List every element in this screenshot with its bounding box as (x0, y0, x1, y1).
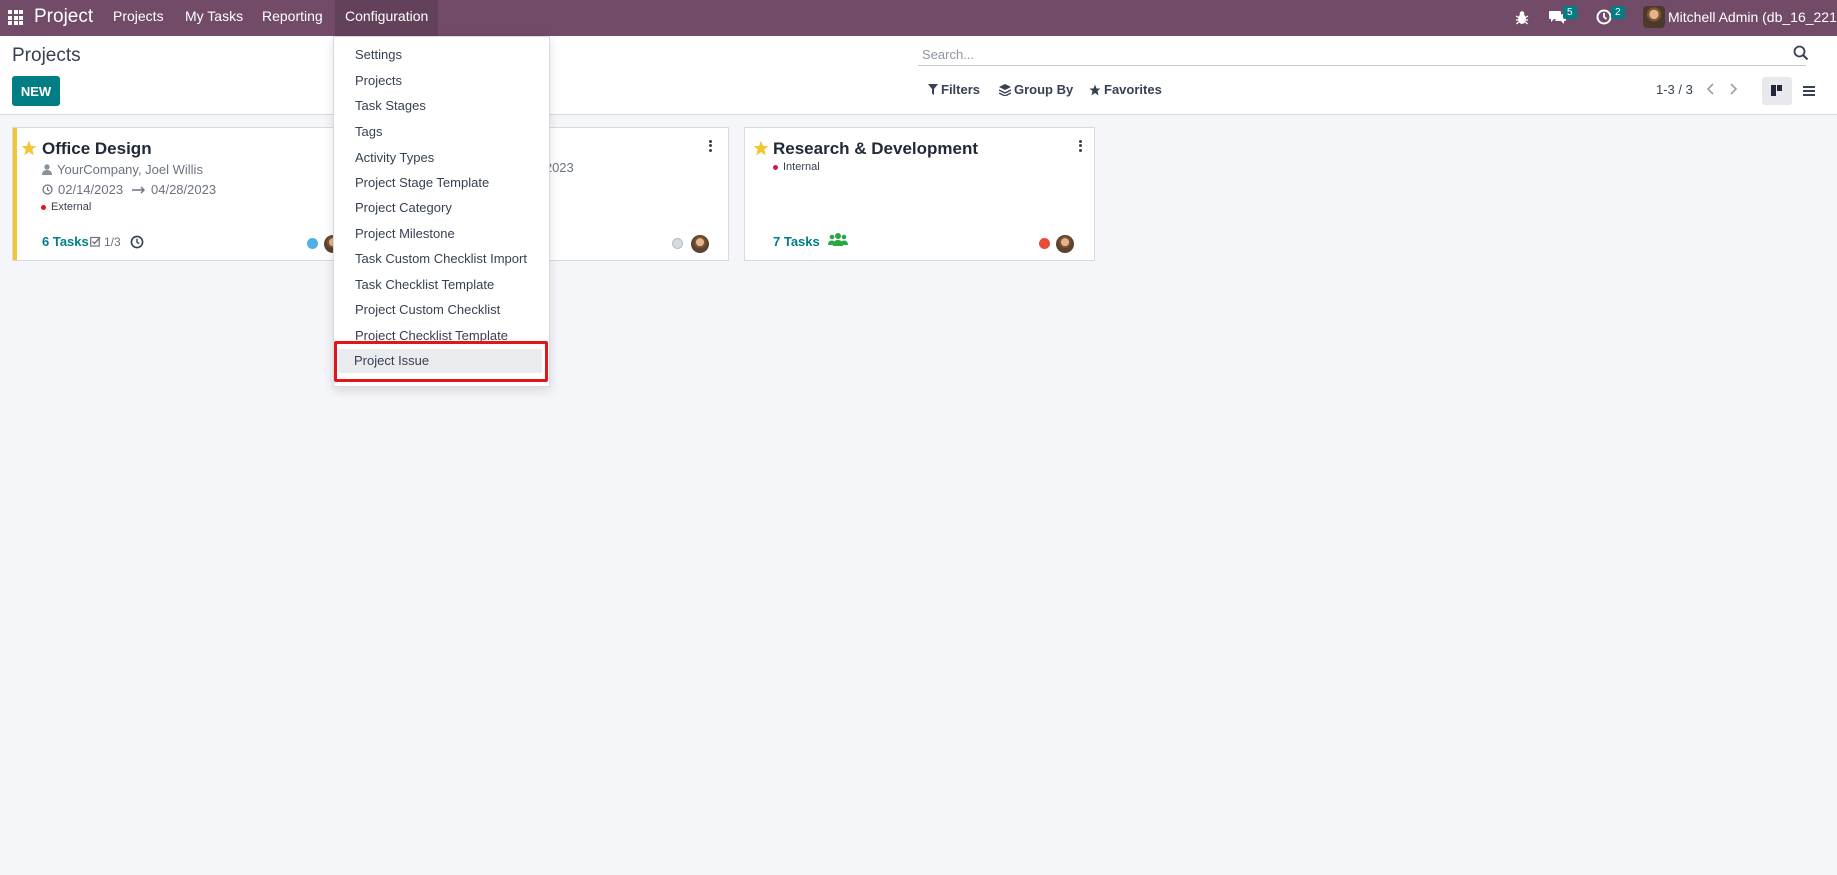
tag-color-dot (773, 164, 778, 170)
project-card-research-development[interactable]: Research & Development Internal 7 Tasks (744, 127, 1095, 261)
checklist-icon (90, 236, 101, 247)
checklist-count: 1/3 (104, 235, 121, 249)
kanban-view-icon (1771, 85, 1782, 96)
project-tag: Internal (773, 161, 820, 173)
search-icon[interactable] (1792, 44, 1810, 62)
card-options-icon[interactable] (1075, 138, 1085, 154)
menu-my-tasks[interactable]: My Tasks (185, 0, 243, 36)
project-title: Office Design (42, 139, 152, 158)
configuration-dropdown: Settings Projects Task Stages Tags Activ… (333, 36, 550, 387)
pager-next-icon[interactable] (1725, 80, 1741, 98)
project-status-dot[interactable] (672, 238, 683, 249)
tasks-count-link[interactable]: 7 Tasks (773, 234, 820, 249)
tag-label: Internal (783, 161, 820, 173)
arrow-right-icon (132, 186, 145, 194)
tasks-count-link[interactable]: 6 Tasks (42, 234, 89, 249)
card-options-icon[interactable] (705, 138, 715, 154)
menu-item-projects[interactable]: Projects (335, 69, 547, 93)
project-tag: External (41, 201, 91, 213)
menu-item-project-stage-template[interactable]: Project Stage Template (335, 171, 547, 195)
favorite-star-icon[interactable] (21, 140, 37, 156)
project-partner: YourCompany, Joel Willis (57, 162, 203, 177)
activities-clock-icon[interactable] (1596, 9, 1612, 25)
list-view-icon (1803, 86, 1815, 96)
kanban-view-button[interactable] (1762, 77, 1792, 105)
project-status-dot[interactable] (307, 238, 318, 249)
menu-item-project-category[interactable]: Project Category (335, 196, 547, 220)
menu-item-project-milestone[interactable]: Project Milestone (335, 222, 547, 246)
menu-item-settings[interactable]: Settings (335, 43, 547, 67)
project-status-dot[interactable] (1039, 238, 1050, 249)
project-date-start: 02/14/2023 (58, 182, 124, 197)
user-avatar[interactable] (1643, 6, 1665, 28)
list-view-button[interactable] (1794, 77, 1824, 105)
layers-icon (999, 83, 1011, 96)
search-bar (918, 42, 1809, 66)
project-manager-avatar[interactable] (691, 235, 709, 253)
debug-bug-icon[interactable] (1515, 10, 1529, 25)
menu-reporting[interactable]: Reporting (262, 0, 323, 36)
user-icon (42, 164, 52, 175)
group-by-label: Group By (1014, 82, 1074, 97)
menu-item-tags[interactable]: Tags (335, 120, 547, 144)
menu-configuration[interactable]: Configuration (335, 0, 439, 36)
new-button[interactable]: NEW (12, 76, 60, 106)
messages-badge: 5 (1563, 6, 1577, 19)
page-title: Projects (12, 45, 81, 66)
pager-value[interactable]: 1-3 / 3 (1656, 82, 1693, 97)
top-navbar: Project Projects My Tasks Reporting Conf… (0, 0, 1837, 36)
menu-item-task-checklist-template[interactable]: Task Checklist Template (335, 273, 547, 297)
tag-color-dot (41, 204, 46, 210)
menu-projects[interactable]: Projects (113, 0, 164, 36)
activities-badge: 2 (1611, 6, 1625, 19)
menu-item-task-custom-checklist-import[interactable]: Task Custom Checklist Import (335, 247, 547, 271)
filters-button[interactable]: Filters (928, 82, 980, 97)
project-manager-avatar[interactable] (1056, 235, 1074, 253)
pager-previous-icon[interactable] (1703, 80, 1719, 98)
tag-label: External (51, 201, 92, 213)
star-icon (1089, 84, 1101, 95)
menu-item-project-custom-checklist[interactable]: Project Custom Checklist (335, 298, 547, 322)
favorite-star-icon[interactable] (753, 140, 769, 156)
card-color-stripe (13, 128, 17, 260)
filters-label: Filters (941, 82, 981, 97)
favorites-label: Favorites (1104, 82, 1162, 97)
app-brand[interactable]: Project (34, 6, 93, 28)
favorites-button[interactable]: Favorites (1089, 82, 1162, 97)
team-icon (828, 233, 848, 246)
activity-clock-icon[interactable] (130, 235, 144, 249)
menu-item-activity-types[interactable]: Activity Types (335, 146, 547, 170)
search-input[interactable] (920, 44, 1774, 64)
menu-item-project-issue[interactable]: Project Issue (339, 349, 542, 373)
user-menu[interactable]: Mitchell Admin (db_16_221) (1668, 9, 1837, 25)
app-grid-icon[interactable] (8, 10, 23, 25)
clock-icon (42, 184, 53, 195)
project-date-end: 04/28/2023 (151, 182, 217, 197)
filter-icon (928, 84, 938, 95)
project-card-office-design[interactable]: Office Design YourCompany, Joel Willis 0… (12, 127, 352, 261)
menu-item-task-stages[interactable]: Task Stages (335, 94, 547, 118)
group-by-button[interactable]: Group By (999, 82, 1073, 97)
menu-item-project-checklist-template[interactable]: Project Checklist Template (335, 324, 547, 348)
project-title: Research & Development (773, 139, 979, 158)
